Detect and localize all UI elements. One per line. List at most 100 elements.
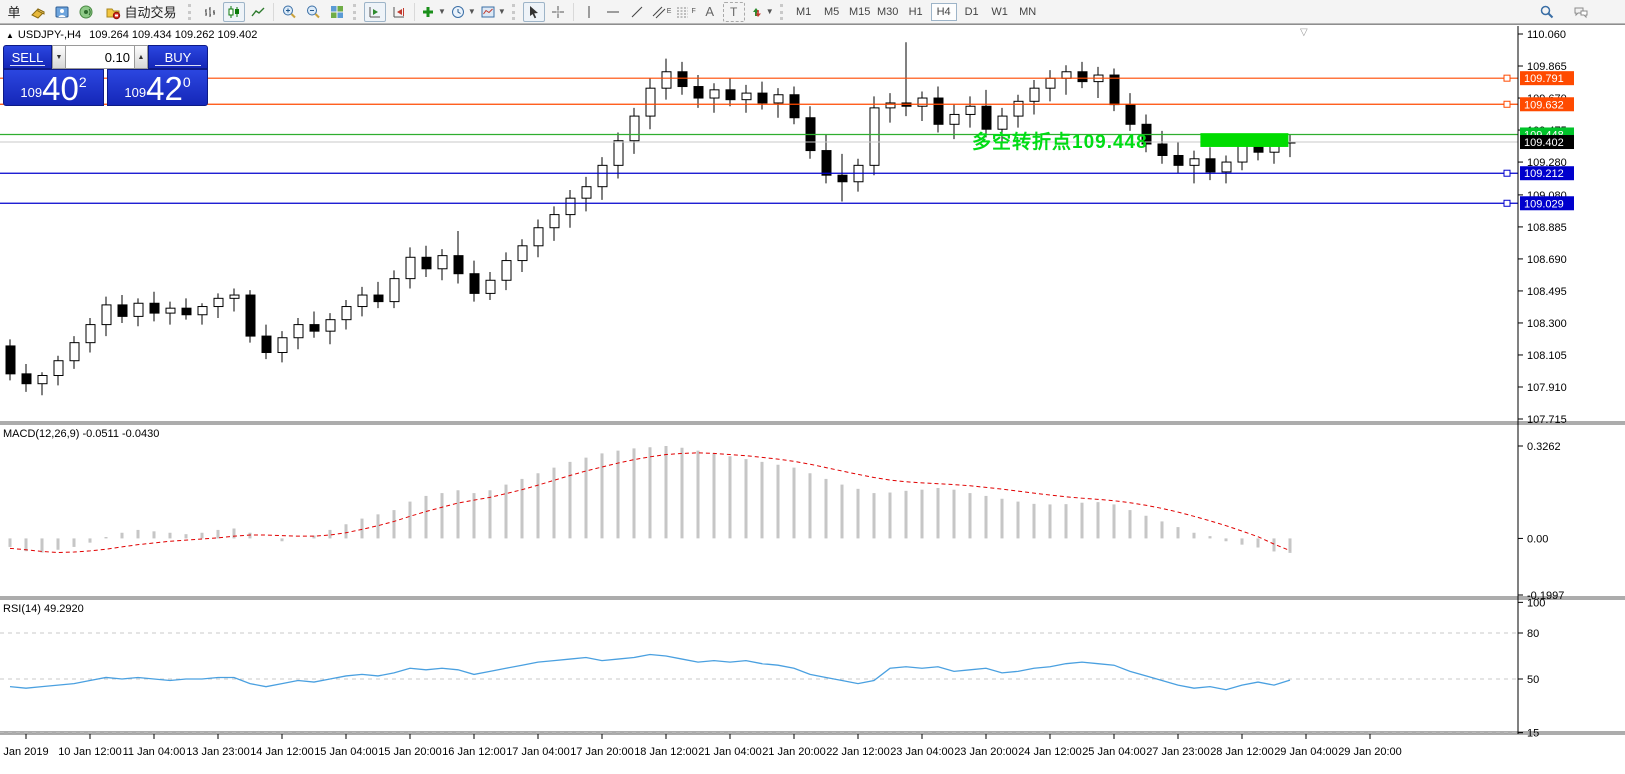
fibonacci-tool-icon[interactable]: F (674, 2, 696, 22)
svg-text:110.060: 110.060 (1527, 29, 1566, 41)
volume-input[interactable] (66, 45, 134, 69)
toolbar-divider (573, 3, 574, 21)
svg-text:80: 80 (1527, 628, 1539, 640)
line-chart-icon[interactable] (247, 2, 269, 22)
tile-windows-icon[interactable] (326, 2, 348, 22)
svg-text:108.105: 108.105 (1527, 350, 1567, 362)
collapse-marker-icon[interactable]: ▲ (6, 31, 14, 40)
svg-text:18 Jan 12:00: 18 Jan 12:00 (634, 746, 698, 758)
rsi-line (10, 654, 1290, 689)
svg-text:13 Jan 23:00: 13 Jan 23:00 (186, 746, 250, 758)
sell-price-sup: 2 (79, 74, 87, 90)
candlestick-chart-icon[interactable] (223, 2, 245, 22)
buy-price-display[interactable]: 109420 (107, 69, 208, 106)
svg-text:17 Jan 20:00: 17 Jan 20:00 (570, 746, 634, 758)
toolbar-separator (780, 4, 786, 20)
svg-text:23 Jan 20:00: 23 Jan 20:00 (954, 746, 1018, 758)
buy-price-prefix: 109 (124, 85, 146, 100)
tf-mn-button[interactable]: MN (1015, 3, 1041, 21)
vertical-line-tool-icon[interactable] (578, 2, 600, 22)
panel-separators (0, 422, 1625, 734)
periods-button[interactable]: ▼ (449, 2, 477, 22)
search-icon[interactable] (1536, 2, 1558, 22)
arrows-tool-icon[interactable]: ▼ (747, 2, 775, 22)
svg-text:15 Jan 20:00: 15 Jan 20:00 (378, 746, 442, 758)
rsi-panel-group (0, 633, 1518, 733)
one-click-trading-panel: SELL ▼ ▲ BUY 109402 109420 (3, 45, 208, 106)
sell-button[interactable]: SELL (3, 45, 52, 69)
svg-text:108.885: 108.885 (1527, 222, 1567, 234)
fibo-sub-label: F (691, 8, 695, 15)
trendline-tool-icon[interactable] (626, 2, 648, 22)
auto-scroll-icon[interactable] (364, 2, 386, 22)
toolbar-separator (353, 4, 359, 20)
svg-text:109.632: 109.632 (1524, 99, 1564, 111)
tf-d1-button[interactable]: D1 (959, 3, 985, 21)
svg-text:50: 50 (1527, 674, 1539, 686)
chevron-down-icon[interactable]: ▼ (498, 7, 506, 16)
svg-text:109.212: 109.212 (1524, 168, 1564, 180)
chevron-down-icon[interactable]: ▼ (766, 7, 774, 16)
buy-button[interactable]: BUY (148, 45, 208, 69)
chevron-down-icon[interactable]: ▼ (468, 7, 476, 16)
svg-text:14 Jan 12:00: 14 Jan 12:00 (250, 746, 314, 758)
chart-shift-marker[interactable]: ▽ (1300, 27, 1308, 38)
channel-sub-label: E (667, 8, 672, 15)
chat-icon[interactable] (1570, 2, 1592, 22)
highlight-zone[interactable] (1200, 133, 1288, 147)
tf-m30-button[interactable]: M30 (875, 3, 901, 21)
new-order-button[interactable]: 单 (3, 2, 25, 22)
macd-panel-group (10, 446, 1290, 553)
tf-h1-button[interactable]: H1 (903, 3, 929, 21)
svg-text:107.715: 107.715 (1527, 414, 1567, 426)
signal-icon[interactable] (75, 2, 97, 22)
indicators-button[interactable]: ▼ (419, 2, 447, 22)
tf-m15-button[interactable]: M15 (847, 3, 873, 21)
svg-text:Jan 2019: Jan 2019 (3, 746, 48, 758)
time-axis: Jan 201910 Jan 12:0011 Jan 04:0013 Jan 2… (3, 734, 1401, 758)
equidistant-channel-tool-icon[interactable]: E (650, 2, 673, 22)
chart-window[interactable]: 110.060109.865109.670109.475109.280109.0… (0, 24, 1625, 773)
profiles-icon[interactable] (51, 2, 73, 22)
ohlc-values-label: 109.264 109.434 109.262 109.402 (89, 29, 257, 41)
text-label-tool-icon[interactable]: T (723, 2, 745, 22)
toolbar-divider (273, 3, 274, 21)
zoom-in-icon[interactable] (278, 2, 300, 22)
symbol-timeframe-label: USDJPY-,H4 (18, 29, 81, 41)
tf-w1-button[interactable]: W1 (987, 3, 1013, 21)
volume-decrease-button[interactable]: ▼ (52, 45, 66, 69)
svg-text:23 Jan 04:00: 23 Jan 04:00 (890, 746, 954, 758)
volume-increase-button[interactable]: ▲ (134, 45, 148, 69)
svg-text:15: 15 (1527, 728, 1539, 740)
svg-text:27 Jan 23:00: 27 Jan 23:00 (1146, 746, 1210, 758)
toolbar-separator (188, 4, 194, 20)
tf-m5-button[interactable]: M5 (819, 3, 845, 21)
chart-title: ▲ USDJPY-,H4 109.264 109.434 109.262 109.4… (6, 29, 257, 41)
templates-button[interactable]: ▼ (479, 2, 507, 22)
horizontal-line-tool-icon[interactable] (602, 2, 624, 22)
svg-text:17 Jan 04:00: 17 Jan 04:00 (506, 746, 570, 758)
svg-text:0.00: 0.00 (1527, 533, 1548, 545)
toolbar-divider (414, 3, 415, 21)
book-icon[interactable] (27, 2, 49, 22)
rsi-indicator-label: RSI(14) 49.2920 (3, 603, 84, 615)
pivot-annotation-text[interactable]: 多空转折点109.448 (972, 127, 1148, 154)
chevron-down-icon[interactable]: ▼ (438, 7, 446, 16)
sell-price-display[interactable]: 109402 (3, 69, 104, 106)
macd-indicator-label: MACD(12,26,9) -0.0511 -0.0430 (3, 428, 159, 440)
autotrading-button[interactable]: 自动交易 (99, 2, 183, 22)
cursor-icon[interactable] (523, 2, 545, 22)
tf-h4-button[interactable]: H4 (931, 3, 957, 21)
tf-m1-button[interactable]: M1 (791, 3, 817, 21)
zoom-out-icon[interactable] (302, 2, 324, 22)
svg-text:109.791: 109.791 (1524, 73, 1564, 85)
svg-text:11 Jan 04:00: 11 Jan 04:00 (123, 746, 186, 758)
chart-shift-icon[interactable] (388, 2, 410, 22)
crosshair-icon[interactable] (547, 2, 569, 22)
sell-price-big: 40 (42, 74, 79, 104)
bar-chart-icon[interactable] (199, 2, 221, 22)
text-tool-icon[interactable]: A (699, 2, 721, 22)
autotrading-label: 自动交易 (124, 2, 176, 21)
svg-text:0.3262: 0.3262 (1527, 441, 1561, 453)
price-chart-canvas[interactable]: 110.060109.865109.670109.475109.280109.0… (0, 25, 1625, 774)
